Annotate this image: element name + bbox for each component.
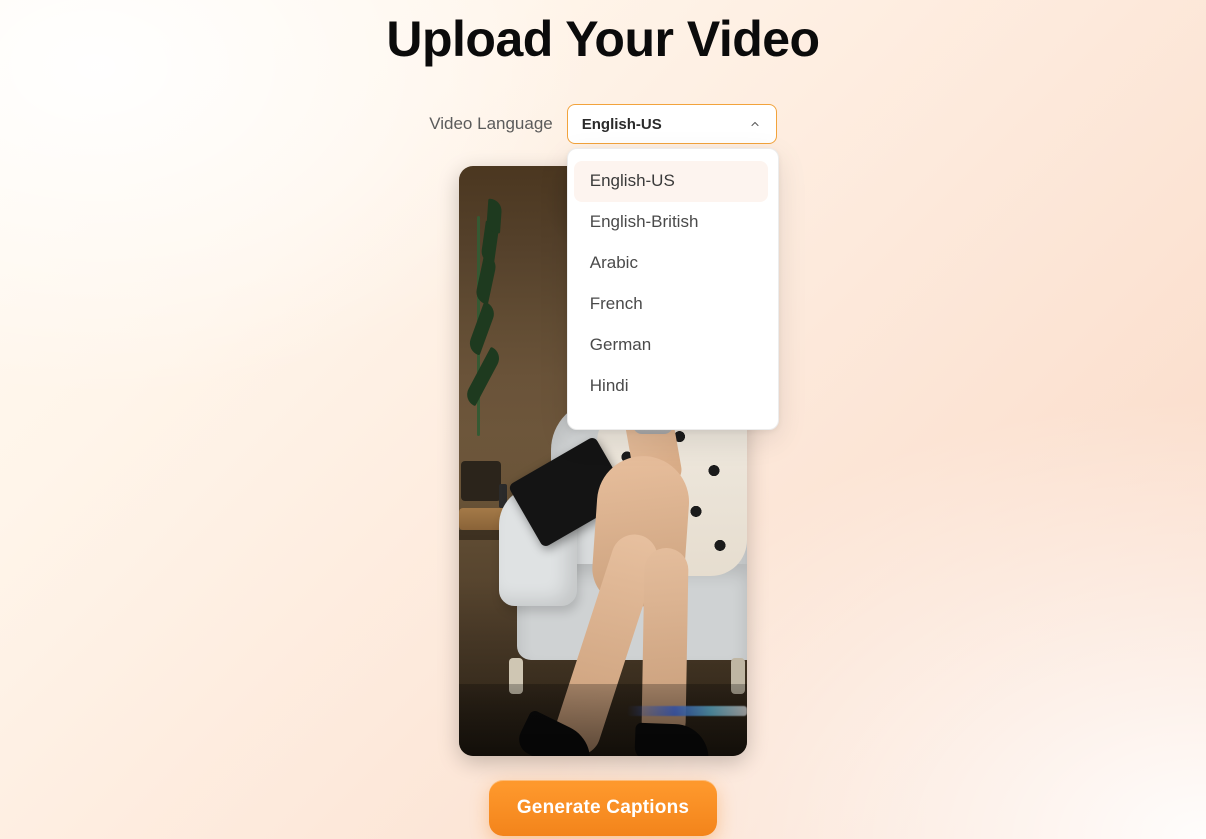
language-option[interactable]: French <box>574 284 768 325</box>
language-option[interactable]: Hindi <box>574 366 768 407</box>
language-row: Video Language English-US English-US Eng… <box>429 104 777 144</box>
page-title: Upload Your Video <box>386 10 819 68</box>
language-option[interactable]: English-US <box>574 161 768 202</box>
language-select-trigger[interactable]: English-US <box>567 104 777 144</box>
language-selected-value: English-US <box>582 116 662 133</box>
language-label: Video Language <box>429 114 553 134</box>
language-option[interactable]: German <box>574 325 768 366</box>
language-option[interactable]: Arabic <box>574 243 768 284</box>
language-dropdown-list[interactable]: English-US English-British Arabic French… <box>574 161 772 419</box>
chevron-up-icon <box>748 117 762 131</box>
language-dropdown: English-US English-British Arabic French… <box>567 148 779 430</box>
generate-captions-button[interactable]: Generate Captions <box>489 780 717 836</box>
language-option[interactable]: Italian <box>574 407 768 419</box>
language-option[interactable]: English-British <box>574 202 768 243</box>
language-select: English-US English-US English-British Ar… <box>567 104 777 144</box>
